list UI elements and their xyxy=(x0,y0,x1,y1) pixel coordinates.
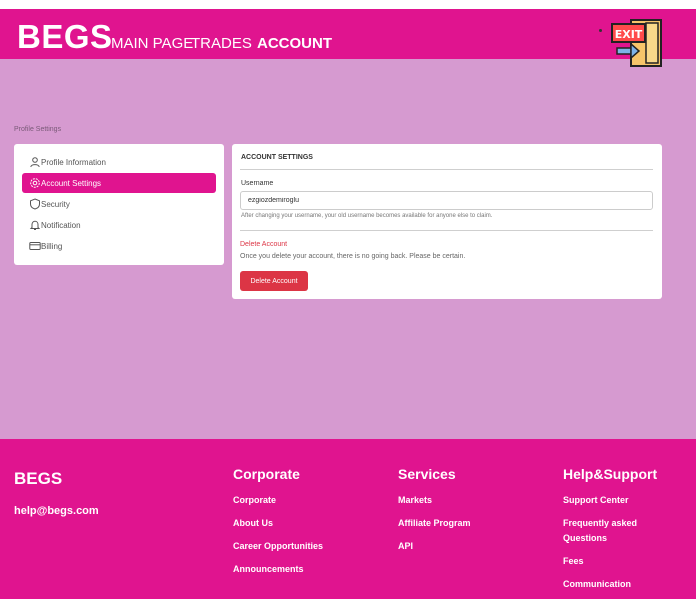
username-label: Username xyxy=(241,180,274,187)
sidebar-item-label: Account Settings xyxy=(41,178,102,188)
nav-main-page[interactable]: MAIN PAGE xyxy=(111,35,193,52)
footer-link-api[interactable]: API xyxy=(398,539,471,554)
sidebar-item-account-settings[interactable]: Account Settings xyxy=(22,173,216,193)
divider xyxy=(240,230,653,231)
footer-brand: BEGS xyxy=(14,469,63,488)
sidebar-item-label: Notification xyxy=(41,220,81,230)
sidebar-item-label: Security xyxy=(41,199,70,209)
gear-icon xyxy=(30,178,40,188)
exit-door-icon[interactable]: EXIT xyxy=(609,18,663,68)
divider xyxy=(240,169,653,170)
footer-column-title: Corporate xyxy=(233,466,300,482)
top-navbar: BEGS MAIN PAGE TRADES ACCOUNT EXIT xyxy=(0,9,696,67)
footer-link-career-opportunities[interactable]: Career Opportunities xyxy=(233,539,323,554)
footer-link-announcements[interactable]: Announcements xyxy=(233,562,323,577)
brand-logo[interactable]: BEGS xyxy=(17,18,113,56)
breadcrumb: Profile Settings xyxy=(14,126,62,133)
footer: BEGS help@begs.com Corporate Corporate A… xyxy=(0,439,696,599)
sidebar-item-billing[interactable]: Billing xyxy=(22,236,216,256)
sidebar-item-label: Billing xyxy=(41,241,63,251)
account-settings-card: ACCOUNT SETTINGS Username After changing… xyxy=(232,144,662,299)
nav-account[interactable]: ACCOUNT xyxy=(257,35,332,52)
delete-account-warning: Once you delete your account, there is n… xyxy=(240,253,466,260)
username-help-text: After changing your username, your old u… xyxy=(241,213,493,219)
shield-icon xyxy=(30,198,40,210)
card-title: ACCOUNT SETTINGS xyxy=(241,154,313,161)
bell-icon xyxy=(29,220,41,230)
user-icon xyxy=(30,157,40,168)
footer-column-services: Services Markets Affiliate Program API xyxy=(398,466,471,562)
footer-column-corporate: Corporate Corporate About Us Career Oppo… xyxy=(233,466,323,585)
sidebar-item-notification[interactable]: Notification xyxy=(22,215,216,235)
footer-link-markets[interactable]: Markets xyxy=(398,493,471,508)
delete-account-button[interactable]: Delete Account xyxy=(240,271,308,291)
sidebar-item-label: Profile Information xyxy=(41,157,106,167)
footer-link-affiliate-program[interactable]: Affiliate Program xyxy=(398,516,471,531)
footer-column-help-support: Help&Support Support Center Frequently a… xyxy=(563,466,673,599)
footer-link-about-us[interactable]: About Us xyxy=(233,516,323,531)
decorative-dot xyxy=(599,29,602,32)
footer-link-corporate[interactable]: Corporate xyxy=(233,493,323,508)
footer-column-title: Services xyxy=(398,466,456,482)
credit-card-icon xyxy=(29,242,41,250)
footer-link-fees[interactable]: Fees xyxy=(563,554,673,569)
sidebar-item-security[interactable]: Security xyxy=(22,194,216,214)
footer-link-faq[interactable]: Frequently asked Questions xyxy=(563,516,673,546)
exit-sign-text: EXIT xyxy=(615,28,643,41)
delete-account-title: Delete Account xyxy=(240,241,288,248)
nav-trades[interactable]: TRADES xyxy=(191,35,252,52)
top-strip xyxy=(0,0,696,9)
settings-sidebar: Profile Information Account Settings Sec… xyxy=(14,144,224,265)
username-input[interactable] xyxy=(240,191,653,210)
footer-link-support-center[interactable]: Support Center xyxy=(563,493,673,508)
footer-email[interactable]: help@begs.com xyxy=(14,505,99,517)
footer-column-title: Help&Support xyxy=(563,466,658,482)
sidebar-item-profile-information[interactable]: Profile Information xyxy=(22,152,216,172)
footer-link-communication[interactable]: Communication xyxy=(563,577,673,592)
